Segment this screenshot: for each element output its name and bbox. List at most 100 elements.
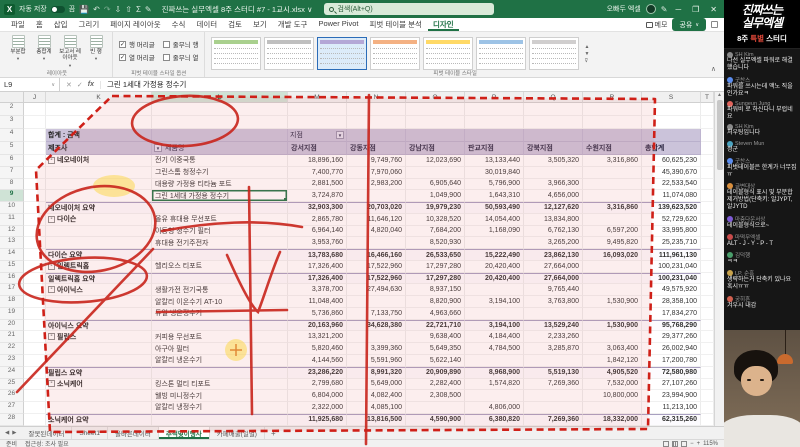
value-cell[interactable]: 111,961,130 <box>642 249 701 261</box>
cell[interactable] <box>24 178 46 191</box>
value-cell[interactable] <box>347 296 406 308</box>
cell[interactable] <box>701 331 714 344</box>
manufacturer-cell[interactable]: - 네오네이처 <box>46 155 152 167</box>
value-cell[interactable]: 17,522,960 <box>347 272 406 285</box>
pen-icon[interactable]: ✎ <box>145 5 152 14</box>
cell[interactable] <box>24 402 46 414</box>
product-cell[interactable] <box>152 249 288 261</box>
value-cell[interactable]: 3,194,100 <box>465 319 524 332</box>
value-cell[interactable]: 100,231,040 <box>642 272 701 285</box>
value-cell[interactable]: 1,643,310 <box>465 190 524 203</box>
pivot-column-field[interactable]: 지점 ▼ <box>288 129 347 142</box>
value-cell[interactable] <box>583 331 642 344</box>
product-cell[interactable]: 알칼리 냉정수기 <box>152 402 288 414</box>
value-cell[interactable]: 7,269,360 <box>524 378 583 391</box>
undo-icon[interactable]: ↶ <box>93 5 100 14</box>
value-cell[interactable] <box>583 260 642 273</box>
value-cell[interactable]: 45,390,670 <box>642 166 701 179</box>
value-cell[interactable]: 13,834,800 <box>524 213 583 226</box>
cell[interactable] <box>406 116 465 129</box>
cell[interactable] <box>24 166 46 179</box>
manufacturer-cell[interactable]: - 다이슨 <box>46 213 152 226</box>
row-header-10[interactable]: 10 <box>0 202 24 214</box>
cell[interactable] <box>701 390 714 403</box>
pivot-style-thumb-3[interactable] <box>317 37 368 70</box>
manufacturer-cell[interactable]: 필립스 요약 <box>46 366 152 379</box>
value-cell[interactable]: 3,966,300 <box>524 178 583 191</box>
column-header-K[interactable]: K <box>46 92 152 103</box>
value-cell[interactable]: 15,222,490 <box>465 249 524 261</box>
value-cell[interactable]: 6,964,140 <box>288 225 347 238</box>
ribbon-tab-검토[interactable]: 검토 <box>223 18 247 31</box>
zoom-in-icon[interactable]: + <box>697 441 701 447</box>
checkbox-줄무늬 행[interactable]: 줄무늬 행 <box>162 39 198 49</box>
cell[interactable] <box>583 103 642 116</box>
cell[interactable] <box>701 307 714 320</box>
value-cell[interactable]: 6,762,130 <box>524 225 583 238</box>
value-cell[interactable]: 16,466,160 <box>347 249 406 261</box>
cell[interactable] <box>701 284 714 297</box>
autosum-icon[interactable]: Σ <box>136 5 141 14</box>
value-cell[interactable]: 14,054,400 <box>465 213 524 226</box>
cell[interactable] <box>701 366 714 379</box>
live-chat[interactable]: SH Kim 나선 실무엑셀 파워로 해결했습니다 굿찬스 파워를 쓰시는데 액노 직… <box>724 49 800 330</box>
value-cell[interactable] <box>583 178 642 191</box>
cell[interactable] <box>288 116 347 129</box>
value-cell[interactable]: 2,881,500 <box>288 178 347 191</box>
value-cell[interactable]: 27,664,000 <box>524 272 583 285</box>
ribbon-tab-디자인[interactable]: 디자인 <box>428 18 459 31</box>
cell[interactable] <box>24 260 46 273</box>
cell[interactable] <box>24 237 46 250</box>
cell[interactable] <box>24 272 46 285</box>
cell[interactable] <box>24 142 46 155</box>
value-cell[interactable]: 11,646,120 <box>347 213 406 226</box>
value-cell[interactable] <box>465 237 524 250</box>
value-cell[interactable]: 3,399,360 <box>347 343 406 356</box>
value-cell[interactable]: 32,903,300 <box>288 202 347 214</box>
value-cell[interactable] <box>347 237 406 250</box>
value-cell[interactable]: 4,144,560 <box>288 355 347 367</box>
product-cell[interactable]: 아구아 필터 <box>152 343 288 356</box>
row-header-13[interactable]: 13 <box>0 237 24 250</box>
value-cell[interactable]: 7,400,770 <box>288 166 347 179</box>
gallery-up-icon[interactable]: ▲ <box>584 44 589 50</box>
cell[interactable] <box>24 355 46 367</box>
value-cell[interactable]: 13,783,680 <box>288 249 347 261</box>
value-cell[interactable]: 17,522,960 <box>347 260 406 273</box>
value-cell[interactable] <box>465 390 524 403</box>
value-cell[interactable]: 62,315,260 <box>642 413 701 426</box>
ribbon-tab-파일[interactable]: 파일 <box>6 18 30 31</box>
value-cell[interactable] <box>583 402 642 414</box>
column-header-R[interactable]: R <box>583 92 642 103</box>
value-cell[interactable] <box>465 355 524 367</box>
product-cell[interactable]: 웰빙 미니정수기 <box>152 390 288 403</box>
value-cell[interactable]: 3,724,870 <box>288 190 347 203</box>
value-cell[interactable]: 13,529,240 <box>524 319 583 332</box>
prev-sheet-icon[interactable]: ◀ <box>5 430 9 436</box>
value-cell[interactable] <box>583 272 642 285</box>
cell[interactable] <box>701 272 714 285</box>
value-cell[interactable]: 11,213,100 <box>642 402 701 414</box>
manufacturer-cell[interactable]: - 아이닉스 <box>46 284 152 297</box>
value-cell[interactable]: 20,909,890 <box>406 366 465 379</box>
cell[interactable] <box>24 213 46 226</box>
cell[interactable] <box>465 103 524 116</box>
value-cell[interactable]: 22,533,540 <box>642 178 701 191</box>
cell[interactable] <box>24 366 46 379</box>
share-button[interactable]: 공유 ∨ <box>672 18 706 31</box>
value-cell[interactable]: 3,316,860 <box>583 155 642 167</box>
value-cell[interactable]: 25,235,710 <box>642 237 701 250</box>
collapse-group-icon[interactable]: - <box>48 333 55 341</box>
cell[interactable] <box>583 116 642 129</box>
value-cell[interactable]: 4,085,100 <box>347 402 406 414</box>
value-cell[interactable] <box>347 190 406 203</box>
ribbon-tab-홈[interactable]: 홈 <box>31 18 48 31</box>
product-cell[interactable] <box>152 413 288 426</box>
manufacturer-cell[interactable] <box>46 166 152 179</box>
cell[interactable] <box>46 103 152 116</box>
cell[interactable] <box>701 319 714 332</box>
manufacturer-cell[interactable] <box>46 190 152 203</box>
close-button[interactable]: ✕ <box>707 5 720 14</box>
name-box[interactable]: L9 ∨ <box>0 78 60 91</box>
value-cell[interactable]: 5,591,960 <box>347 355 406 367</box>
